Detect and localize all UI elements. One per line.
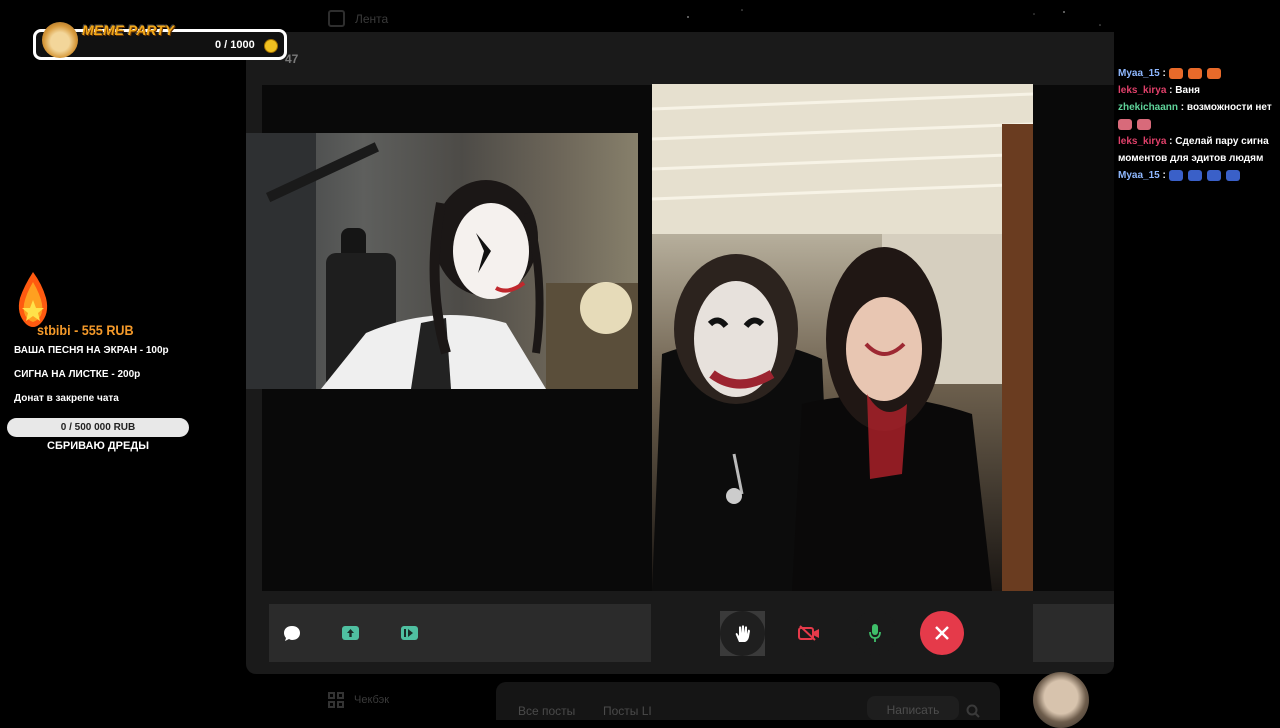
call-toolbar-left — [269, 604, 651, 662]
chat-username[interactable]: leks_kirya — [1118, 136, 1166, 147]
call-toolbar-right — [1033, 604, 1114, 662]
microphone-icon — [869, 624, 881, 642]
chat-icon[interactable] — [283, 625, 301, 647]
stream-chat: Myaa_15 : leks_kirya : Ваня zhekichaann :… — [1118, 65, 1278, 184]
donation-price-song: ВАША ПЕСНЯ НА ЭКРАН - 100р — [14, 345, 169, 356]
chat-message: Myaa_15 : — [1118, 167, 1278, 184]
chat-emote-icon — [1225, 169, 1240, 181]
nav-item-feed-label: Лента — [355, 11, 389, 26]
tab-all-posts[interactable]: Все посты — [518, 704, 575, 718]
chat-emote-icon — [1206, 169, 1221, 181]
chat-emote-icon — [1168, 169, 1183, 181]
video-feed-right — [652, 84, 1033, 591]
webcam-image-left — [246, 133, 638, 389]
camera-off-icon — [798, 625, 819, 641]
search-icon[interactable] — [966, 704, 980, 718]
last-donation: stbibi - 555 RUB — [37, 322, 134, 338]
nav-item-checkback-label: Чекбэк — [354, 694, 390, 706]
chat-emote-icon — [1168, 67, 1183, 79]
webcam-image-right — [652, 84, 1033, 591]
write-post-button[interactable]: Написать — [867, 696, 959, 720]
meme-party-progress: 0 / 1000 — [215, 39, 255, 51]
chat-separator: : — [1178, 102, 1187, 113]
hand-raise-icon — [720, 611, 765, 656]
chat-message: zhekichaann : возможности нет — [1118, 99, 1278, 133]
chat-separator: : — [1159, 68, 1169, 79]
chat-text: возможности нет — [1186, 102, 1272, 113]
chat-message: leks_kirya : Ваня — [1118, 82, 1278, 99]
chat-text: Ваня — [1175, 85, 1200, 96]
participant-counter: 47 — [285, 52, 299, 66]
chat-message: leks_kirya : Сделай пару сигна моментов … — [1118, 133, 1278, 167]
end-call-button[interactable] — [920, 611, 964, 655]
end-call-icon — [935, 626, 949, 640]
doge-icon — [42, 22, 78, 58]
media-icon[interactable] — [400, 625, 419, 646]
flame-star-icon — [18, 272, 48, 327]
meme-party-title: MEME PARTY — [82, 22, 175, 38]
microphone-button[interactable] — [853, 611, 897, 655]
chat-emote-icon — [1206, 67, 1221, 79]
chat-separator: : — [1166, 85, 1176, 96]
chat-username[interactable]: Myaa_15 — [1118, 170, 1160, 181]
donation-note: Донат в закрепе чата — [14, 393, 119, 404]
chat-separator: : — [1159, 170, 1169, 181]
donation-goal-label: СБРИВАЮ ДРЕДЫ — [47, 440, 149, 452]
nav-item-feed[interactable]: Лента — [328, 10, 388, 27]
chat-username[interactable]: Myaa_15 — [1118, 68, 1160, 79]
tab-posts-li[interactable]: Посты LI — [603, 704, 652, 718]
calendar-icon — [328, 10, 345, 27]
grid-icon — [328, 692, 344, 708]
coin-icon — [264, 39, 278, 53]
chat-username[interactable]: zhekichaann — [1118, 102, 1178, 113]
hand-raise-button[interactable] — [720, 611, 765, 656]
chat-username[interactable]: leks_kirya — [1118, 85, 1166, 96]
donation-goal-text: 0 / 500 000 RUB — [60, 422, 136, 433]
chat-emote-icon — [1187, 67, 1202, 79]
chat-emote-icon — [1137, 118, 1151, 130]
chat-emote-icon — [1118, 118, 1132, 130]
screen-share-icon[interactable] — [341, 625, 360, 646]
chat-message: Myaa_15 : — [1118, 65, 1278, 82]
donation-price-sign: СИГНА НА ЛИСТКЕ - 200р — [14, 369, 141, 380]
chat-separator: : — [1166, 136, 1176, 147]
nav-item-checkback[interactable]: Чекбэк — [328, 692, 389, 708]
video-feed-left — [246, 133, 638, 389]
chat-emote-icon — [1187, 169, 1202, 181]
camera-toggle-button[interactable] — [787, 611, 831, 655]
